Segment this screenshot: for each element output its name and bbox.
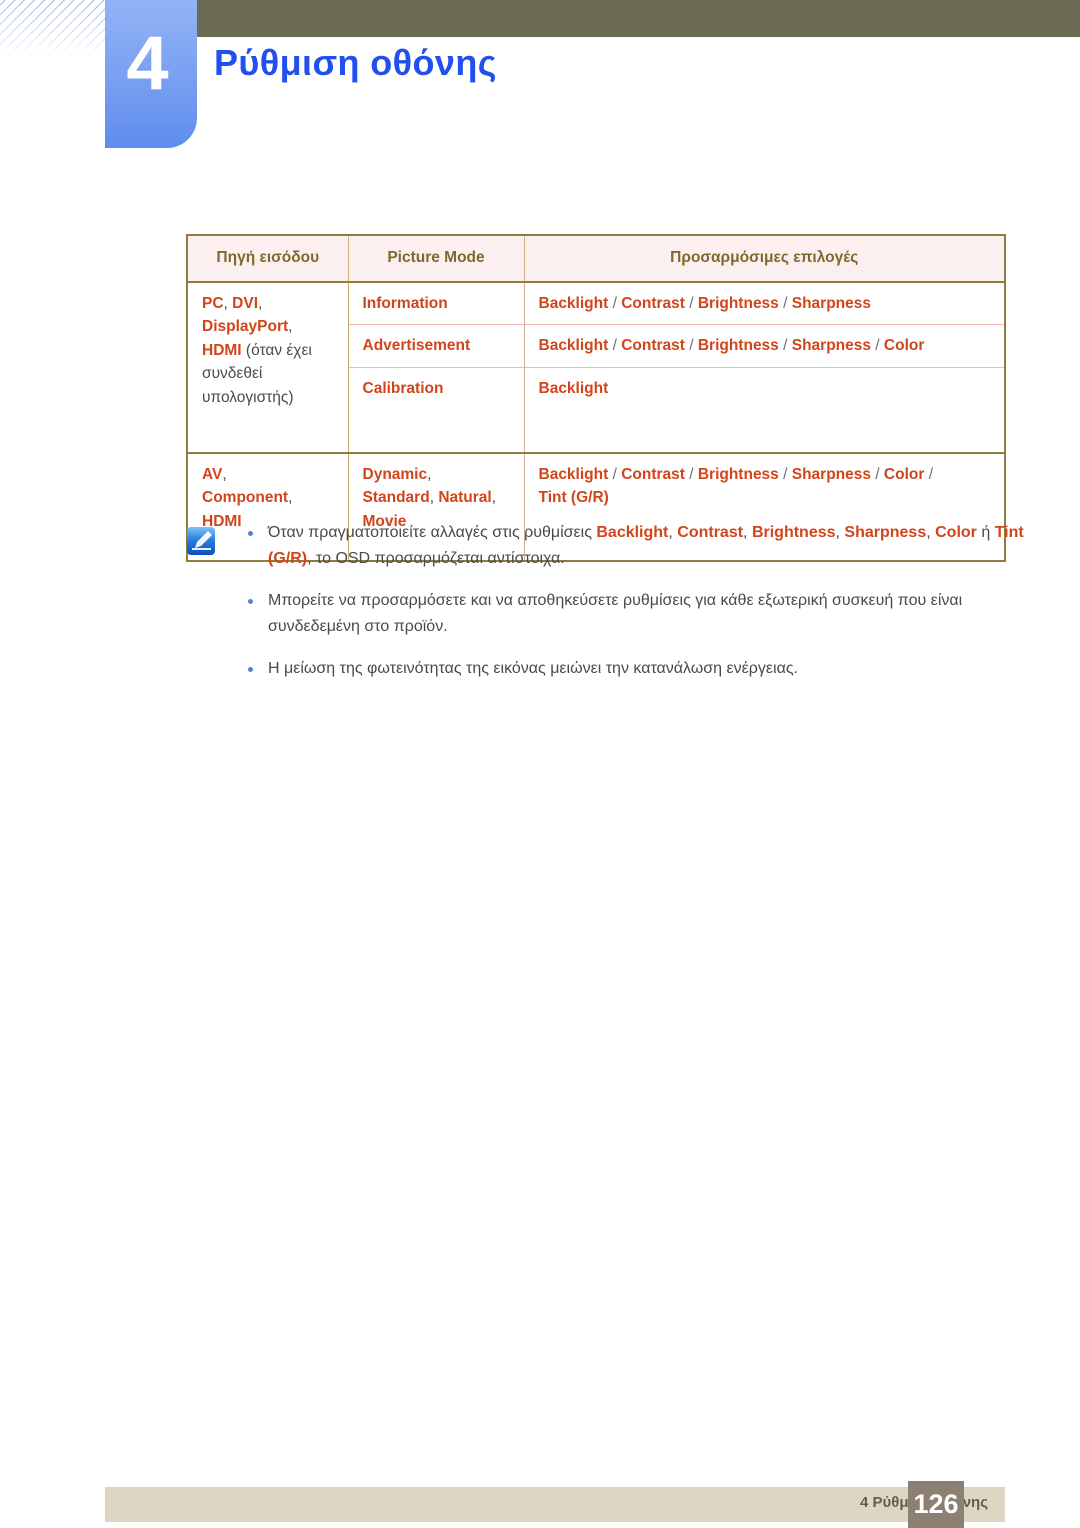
source-sep-2: , bbox=[258, 294, 263, 312]
note-text: Μπορείτε να προσαρμόσετε και να αποθηκεύ… bbox=[268, 591, 963, 635]
table-row: PC, DVI, DisplayPort, HDMI (όταν έχει συ… bbox=[187, 281, 1005, 453]
source-term-displayport: DisplayPort bbox=[202, 318, 289, 336]
option-sharpness: Sharpness bbox=[791, 294, 871, 312]
option-sharpness: Sharpness bbox=[791, 465, 871, 483]
column-header-adjustable-options: Προσαρμόσιμες επιλογές bbox=[523, 235, 1005, 283]
option-backlight: Backlight bbox=[538, 465, 609, 483]
source-term-component: Component bbox=[202, 489, 289, 507]
option-backlight: Backlight bbox=[538, 379, 609, 397]
source-note-part-2: συνδεθεί bbox=[202, 365, 263, 383]
cell-options-information: Backlight / Contrast / Brightness / Shar… bbox=[523, 281, 1005, 325]
notes-list: Όταν πραγματοποιείτε αλλαγές στις ρυθμίσ… bbox=[186, 520, 1046, 682]
mode-label: Advertisement bbox=[362, 337, 471, 355]
note-text: Η μείωση της φωτεινότητας της εικόνας με… bbox=[268, 659, 798, 677]
page-number-badge: 126 bbox=[908, 1481, 964, 1528]
source-term-pc: PC bbox=[202, 294, 224, 312]
source-term-hdmi: HDMI bbox=[202, 341, 242, 359]
option-contrast: Contrast bbox=[621, 337, 685, 355]
table-header-row: Πηγή εισόδου Picture Mode Προσαρμόσιμες … bbox=[187, 235, 1005, 283]
mode-standard: Standard bbox=[362, 489, 430, 507]
source-term-av: AV bbox=[202, 465, 223, 483]
source-sep-1: , bbox=[223, 294, 233, 312]
option-backlight: Backlight bbox=[538, 294, 609, 312]
manual-page: 4 Ρύθμιση οθόνης Πηγή εισόδου Picture Mo… bbox=[0, 0, 1080, 1528]
source-note-part-3: υπολογιστής) bbox=[202, 388, 294, 406]
option-tint: Tint (G/R) bbox=[538, 489, 609, 507]
option-contrast: Contrast bbox=[621, 294, 685, 312]
option-brightness: Brightness bbox=[697, 294, 779, 312]
cell-input-source-pc: PC, DVI, DisplayPort, HDMI (όταν έχει συ… bbox=[187, 281, 349, 453]
notes-section: Όταν πραγματοποιείτε αλλαγές στις ρυθμίσ… bbox=[186, 520, 1046, 698]
mode-dynamic: Dynamic bbox=[362, 465, 428, 483]
cell-mode-advertisement: Advertisement bbox=[348, 324, 524, 368]
cell-mode-information: Information bbox=[347, 281, 524, 325]
page-title: Ρύθμιση οθόνης bbox=[214, 42, 497, 83]
mode-label: Calibration bbox=[362, 379, 444, 397]
header-olive-bar bbox=[196, 0, 1080, 37]
option-brightness: Brightness bbox=[697, 337, 779, 355]
list-item: Μπορείτε να προσαρμόσετε και να αποθηκεύ… bbox=[186, 588, 1046, 640]
list-item: Η μείωση της φωτεινότητας της εικόνας με… bbox=[186, 656, 1046, 682]
option-backlight: Backlight bbox=[538, 337, 609, 355]
decorative-hatch-pattern bbox=[0, 0, 108, 56]
column-header-picture-mode: Picture Mode bbox=[347, 235, 524, 283]
source-note-part-1: (όταν έχει bbox=[241, 341, 312, 359]
column-header-input-source: Πηγή εισόδου bbox=[187, 235, 348, 283]
cell-options-advertisement: Backlight / Contrast / Brightness / Shar… bbox=[523, 324, 1005, 368]
cell-options-calibration: Backlight bbox=[523, 366, 1005, 453]
mode-label: Information bbox=[362, 294, 448, 312]
option-brightness: Brightness bbox=[697, 465, 779, 483]
source-sep-1: , bbox=[222, 465, 227, 483]
option-contrast: Contrast bbox=[621, 465, 685, 483]
source-sep-2: , bbox=[288, 489, 293, 507]
picture-mode-table: Πηγή εισόδου Picture Mode Προσαρμόσιμες … bbox=[186, 234, 1006, 562]
mode-natural: Natural bbox=[438, 489, 492, 507]
option-color: Color bbox=[883, 337, 925, 355]
option-sharpness: Sharpness bbox=[791, 337, 871, 355]
note-text: Όταν πραγματοποιείτε αλλαγές στις ρυθμίσ… bbox=[268, 524, 1024, 567]
source-term-dvi: DVI bbox=[232, 294, 259, 312]
list-item: Όταν πραγματοποιείτε αλλαγές στις ρυθμίσ… bbox=[186, 520, 1046, 572]
source-sep-3: , bbox=[288, 318, 293, 336]
cell-mode-calibration: Calibration bbox=[348, 366, 524, 453]
option-color: Color bbox=[883, 465, 925, 483]
chapter-number-tab: 4 bbox=[105, 0, 197, 148]
chapter-number: 4 bbox=[126, 21, 168, 106]
